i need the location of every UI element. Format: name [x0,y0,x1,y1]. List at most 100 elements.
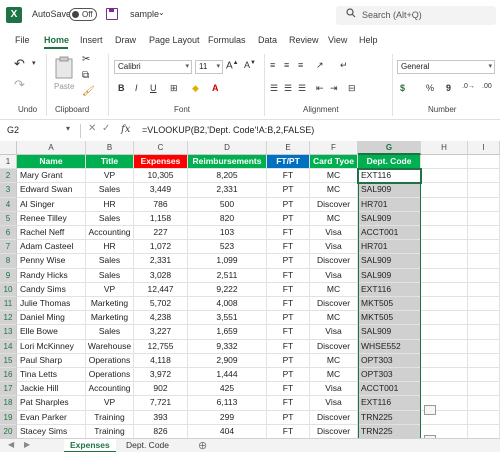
table-cell[interactable]: 3,972 [134,368,188,383]
tab-insert[interactable]: Insert [80,35,103,45]
table-cell[interactable]: Sales [86,325,134,340]
decrease-font-icon[interactable]: A▼ [244,60,256,70]
table-cell[interactable]: FT [267,325,310,340]
table-cell[interactable]: Elle Bowe [17,325,86,340]
empty-cell[interactable] [468,282,500,297]
row-header[interactable]: 11 [0,297,17,312]
table-cell[interactable]: Rachel Neff [17,226,86,241]
align-center-icon[interactable]: ☰ [284,83,292,94]
row-header[interactable]: 19 [0,410,17,425]
empty-cell[interactable] [468,169,500,184]
empty-cell[interactable] [468,424,500,438]
chevron-down-icon[interactable]: ▾ [66,124,70,133]
column-header-i[interactable]: I [468,141,500,155]
tab-draw[interactable]: Draw [115,35,136,45]
table-cell[interactable]: 9,222 [188,282,267,297]
number-format-select[interactable]: General ▾ [397,60,495,74]
table-cell[interactable]: Stacey Sims [17,424,86,438]
table-cell[interactable]: PT [267,353,310,368]
table-cell[interactable]: 523 [188,240,267,255]
empty-cell[interactable] [421,183,468,198]
align-top-icon[interactable]: ≡ [270,60,275,70]
table-cell[interactable]: PT [267,311,310,326]
sheet-tab-expenses[interactable]: Expenses [64,439,116,452]
row-header[interactable]: 12 [0,311,17,326]
table-cell[interactable]: 1,444 [188,368,267,383]
table-cell[interactable]: 9,332 [188,339,267,354]
table-cell[interactable]: 4,008 [188,297,267,312]
table-cell[interactable]: Edward Swan [17,183,86,198]
add-sheet-icon[interactable]: ⊕ [198,439,207,452]
wrap-text-icon[interactable]: ↵ [340,60,348,71]
increase-font-icon[interactable]: A▲ [226,60,239,71]
table-cell[interactable]: 1,072 [134,240,188,255]
table-cell[interactable]: Discover [310,254,358,269]
table-cell[interactable]: 7,721 [134,396,188,411]
table-cell[interactable]: 3,227 [134,325,188,340]
table-cell[interactable]: Jackie Hill [17,382,86,397]
sheet-tab-dept-code[interactable]: Dept. Code [120,439,175,452]
comma-style-icon[interactable]: 9 [446,83,451,93]
row-header[interactable]: 18 [0,396,17,411]
table-cell[interactable]: Operations [86,368,134,383]
empty-cell[interactable] [468,382,500,397]
borders-icon[interactable]: ⊞ [170,83,178,94]
column-header-h[interactable]: H [421,141,468,155]
copy-icon[interactable]: ⧉ [82,70,89,81]
row-header[interactable]: 14 [0,339,17,354]
tab-page-layout[interactable]: Page Layout [149,35,200,45]
table-cell[interactable]: 2,511 [188,268,267,283]
cut-icon[interactable]: ✂ [82,54,90,65]
table-cell[interactable]: 5,702 [134,297,188,312]
table-cell[interactable]: Sales [86,211,134,226]
row-header[interactable]: 7 [0,240,17,255]
empty-cell[interactable] [421,368,468,383]
tab-data[interactable]: Data [258,35,277,45]
table-cell[interactable]: Penny Wise [17,254,86,269]
table-cell[interactable]: 227 [134,226,188,241]
table-cell[interactable]: Sales [86,254,134,269]
indent-icon[interactable]: ⇤ [316,83,324,94]
empty-cell[interactable] [421,254,468,269]
table-cell[interactable]: 10,305 [134,169,188,184]
table-cell[interactable]: Daniel Ming [17,311,86,326]
row-header[interactable]: 20 [0,424,17,438]
table-cell[interactable]: MC [310,169,358,184]
table-cell[interactable]: Lori McKinney [17,339,86,354]
table-cell[interactable]: Visa [310,268,358,283]
tab-formulas[interactable]: Formulas [208,35,246,45]
table-cell[interactable]: 3,551 [188,311,267,326]
table-cell[interactable]: MC [310,368,358,383]
column-header-e[interactable]: E [267,141,310,155]
table-cell[interactable]: FT [267,169,310,184]
empty-cell[interactable] [468,353,500,368]
row-header[interactable]: 9 [0,268,17,283]
table-cell[interactable]: Al Singer [17,197,86,212]
table-cell[interactable]: Warehouse [86,339,134,354]
empty-cell[interactable] [421,297,468,312]
table-cell[interactable]: 4,238 [134,311,188,326]
table-cell[interactable]: 786 [134,197,188,212]
table-cell[interactable]: PT [267,183,310,198]
fill-color-icon[interactable]: ◆ [192,83,199,94]
select-all-corner[interactable] [0,141,17,155]
tab-help[interactable]: Help [359,35,378,45]
table-cell[interactable]: 6,113 [188,396,267,411]
empty-cell[interactable] [468,183,500,198]
table-cell[interactable]: 2,909 [188,353,267,368]
table-cell[interactable]: 12,447 [134,282,188,297]
chevron-down-icon[interactable]: ⌄ [158,8,165,17]
empty-cell[interactable] [421,382,468,397]
tab-file[interactable]: File [15,35,30,45]
row-header[interactable]: 8 [0,254,17,269]
row-header[interactable]: 3 [0,183,17,198]
table-cell[interactable]: Discover [310,424,358,438]
table-cell[interactable]: Marketing [86,311,134,326]
table-cell[interactable]: 4,118 [134,353,188,368]
empty-cell[interactable] [468,311,500,326]
table-cell[interactable]: Discover [310,197,358,212]
table-cell[interactable]: Visa [310,240,358,255]
table-cell[interactable]: Sales [86,183,134,198]
merge-center-icon[interactable]: ⊟ [348,83,356,94]
table-cell[interactable]: FT [267,240,310,255]
